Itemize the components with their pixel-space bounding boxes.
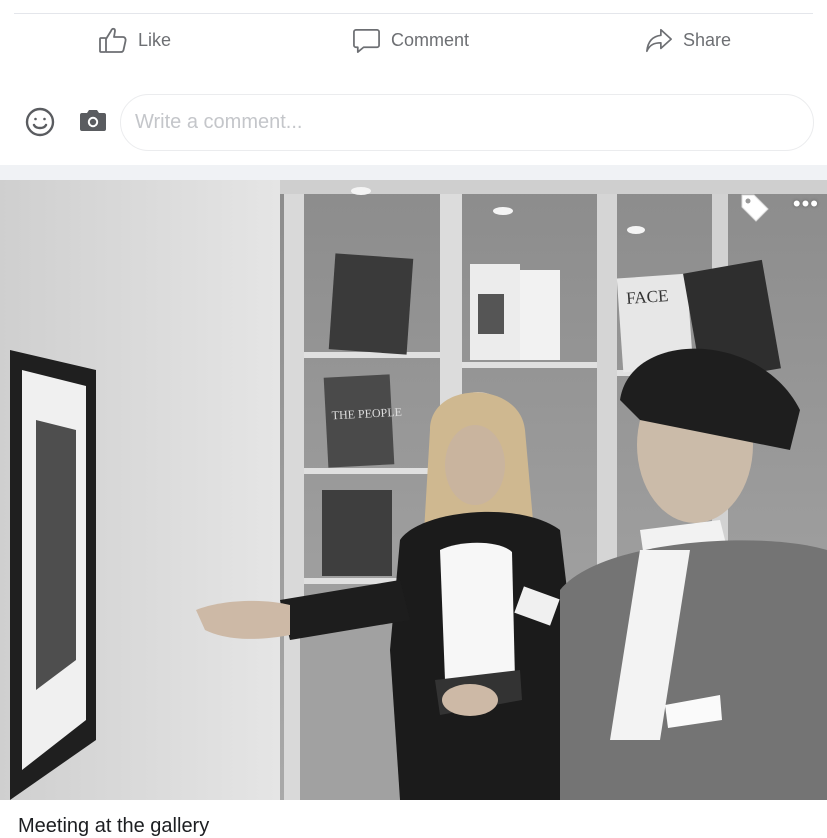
share-button[interactable]: Share: [645, 24, 731, 56]
gallery-photo-image: FACE THE PEOPLE: [0, 180, 827, 800]
comment-label: Comment: [391, 29, 470, 50]
feed-separator: [0, 165, 827, 180]
like-button[interactable]: Like: [98, 24, 171, 56]
share-label: Share: [683, 29, 732, 50]
more-options-icon[interactable]: •••: [793, 193, 819, 215]
share-arrow-icon: [646, 28, 672, 53]
post-photo[interactable]: FACE THE PEOPLE •••: [0, 180, 827, 800]
thumbs-up-icon: [99, 27, 127, 53]
like-label: Like: [138, 29, 172, 50]
tag-icon[interactable]: [739, 192, 771, 224]
post-action-bar: Like Comment Share: [0, 14, 827, 66]
camera-icon[interactable]: [79, 108, 107, 137]
comment-input[interactable]: [120, 94, 814, 151]
comment-composer: [0, 80, 827, 165]
speech-bubble-icon: [353, 28, 380, 53]
comment-button[interactable]: Comment: [352, 24, 469, 56]
book-title-face: FACE: [626, 286, 669, 308]
smiley-icon[interactable]: [24, 106, 56, 143]
